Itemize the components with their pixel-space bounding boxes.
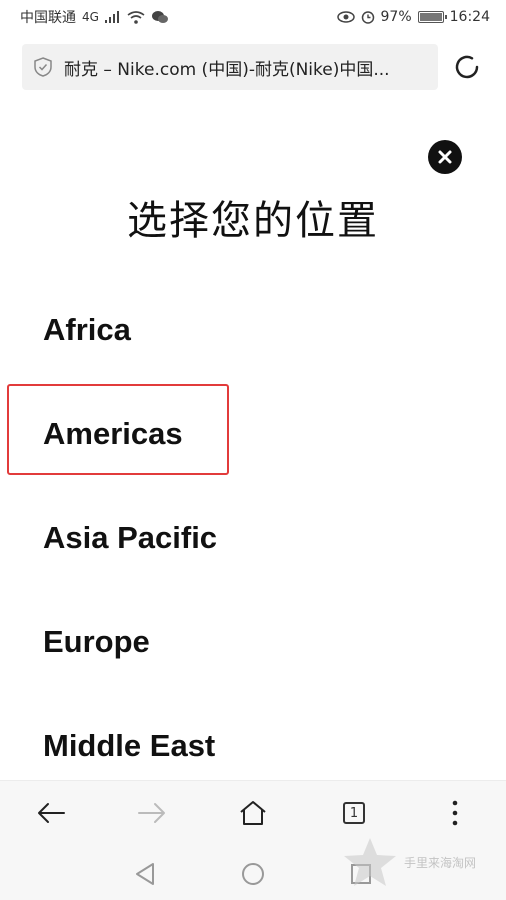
region-africa[interactable]: Africa — [43, 312, 131, 348]
watermark: 手里来海淘网 — [342, 832, 502, 892]
signal-icon — [104, 11, 119, 23]
carrier-label: 中国联通 — [20, 10, 76, 26]
back-button[interactable] — [33, 795, 69, 831]
home-icon — [240, 801, 266, 825]
status-right: 97% 16:24 — [336, 9, 490, 25]
eye-icon — [336, 11, 355, 23]
region-americas[interactable]: Americas — [43, 416, 183, 452]
menu-button[interactable] — [437, 795, 473, 831]
watermark-text: 手里来海淘网 — [404, 855, 477, 870]
alarm-icon — [361, 11, 374, 24]
region-asia-pacific[interactable]: Asia Pacific — [43, 520, 217, 556]
circle-home-icon — [242, 863, 264, 885]
system-home-button[interactable] — [239, 860, 267, 888]
dialog-title: 选择您的位置 — [127, 198, 379, 244]
status-bar: 中国联通 4G 97% 16:24 — [0, 0, 506, 34]
forward-button[interactable] — [134, 795, 170, 831]
reload-icon[interactable] — [452, 52, 482, 82]
wifi-icon — [127, 10, 145, 24]
address-bar[interactable]: 耐克 – Nike.com (中国)-耐克(Nike)中国... — [22, 44, 438, 90]
home-button[interactable] — [235, 795, 271, 831]
forward-arrow-icon — [138, 803, 165, 823]
more-vertical-icon — [452, 800, 458, 826]
wechat-icon — [151, 11, 168, 23]
battery-icon — [417, 11, 447, 23]
region-europe[interactable]: Europe — [43, 624, 150, 660]
network-label: 4G — [82, 10, 99, 24]
star-logo-icon — [344, 838, 396, 886]
back-arrow-icon — [38, 803, 65, 823]
system-back-button[interactable] — [131, 860, 159, 888]
page-title-url[interactable]: 耐克 – Nike.com (中国)-耐克(Nike)中国... — [64, 55, 428, 80]
status-left: 中国联通 4G — [20, 7, 169, 27]
close-icon — [438, 150, 452, 164]
tab-count-icon: 1 — [343, 802, 365, 824]
tabs-button[interactable]: 1 — [336, 795, 372, 831]
close-button[interactable] — [428, 140, 462, 174]
shield-icon — [34, 57, 52, 77]
region-middle-east[interactable]: Middle East — [43, 728, 215, 764]
triangle-back-icon — [136, 863, 154, 885]
clock: 16:24 — [449, 9, 490, 25]
battery-percent: 97% — [380, 9, 412, 25]
